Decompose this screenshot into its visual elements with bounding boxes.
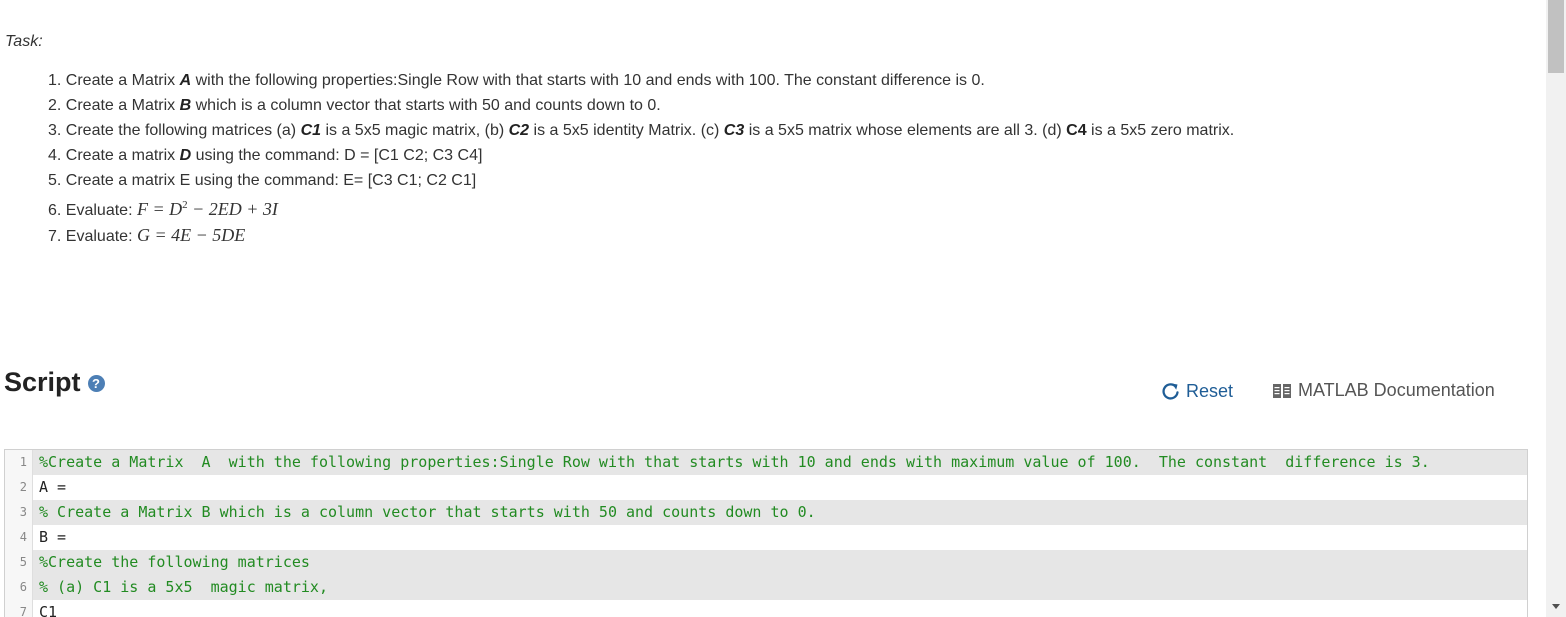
page: Task: 1. Create a Matrix A with the foll… bbox=[0, 0, 1566, 617]
code-text[interactable]: %Create a Matrix A with the following pr… bbox=[33, 450, 1527, 475]
line-number: 5 bbox=[5, 550, 33, 575]
code-text[interactable]: C1 bbox=[33, 600, 1527, 617]
code-line[interactable]: 4 B = bbox=[5, 525, 1527, 550]
code-line[interactable]: 2 A = bbox=[5, 475, 1527, 500]
code-text[interactable]: %Create the following matrices bbox=[33, 550, 1527, 575]
task-label: Task: bbox=[5, 33, 43, 50]
equation-f: F = D2 − 2ED + 3I bbox=[136, 199, 278, 219]
task-item-4: 4. Create a matrix D using the command: … bbox=[48, 147, 483, 164]
task-item-1: 1. Create a Matrix A with the following … bbox=[48, 72, 985, 89]
code-line[interactable]: 7 C1 bbox=[5, 600, 1527, 617]
reset-icon bbox=[1162, 383, 1179, 400]
script-heading: Script ? bbox=[4, 367, 105, 398]
line-number: 1 bbox=[5, 450, 33, 475]
code-line[interactable]: 6 % (a) C1 is a 5x5 magic matrix, bbox=[5, 575, 1527, 600]
code-text[interactable]: A = bbox=[33, 475, 1527, 500]
task-item-6: 6. Evaluate: F = D2 − 2ED + 3I bbox=[48, 199, 278, 219]
task-item-7: 7. Evaluate: G = 4E − 5DE bbox=[48, 225, 246, 245]
code-text[interactable]: % Create a Matrix B which is a column ve… bbox=[33, 500, 1527, 525]
scrollbar-thumb[interactable] bbox=[1548, 0, 1564, 73]
scroll-down-arrow-icon[interactable] bbox=[1552, 604, 1560, 609]
matlab-documentation-button[interactable]: MATLAB Documentation bbox=[1272, 380, 1495, 401]
script-title: Script bbox=[4, 367, 81, 397]
line-number: 7 bbox=[5, 600, 33, 617]
code-editor[interactable]: 1 %Create a Matrix A with the following … bbox=[4, 449, 1528, 617]
task-list: 1. Create a Matrix A with the following … bbox=[48, 68, 1234, 249]
reset-label: Reset bbox=[1186, 381, 1234, 401]
task-item-5: 5. Create a matrix E using the command: … bbox=[48, 172, 477, 189]
page-scrollbar[interactable] bbox=[1546, 0, 1566, 617]
code-line[interactable]: 1 %Create a Matrix A with the following … bbox=[5, 450, 1527, 475]
code-line[interactable]: 3 % Create a Matrix B which is a column … bbox=[5, 500, 1527, 525]
line-number: 4 bbox=[5, 525, 33, 550]
equation-g: G = 4E − 5DE bbox=[136, 225, 246, 245]
task-item-3: 3. Create the following matrices (a) C1 … bbox=[48, 122, 1235, 139]
matlab-documentation-label: MATLAB Documentation bbox=[1298, 380, 1495, 400]
reset-button[interactable]: Reset bbox=[1160, 381, 1233, 402]
code-line[interactable]: 5 %Create the following matrices bbox=[5, 550, 1527, 575]
line-number: 6 bbox=[5, 575, 33, 600]
line-number: 2 bbox=[5, 475, 33, 500]
book-icon bbox=[1273, 383, 1291, 398]
line-number: 3 bbox=[5, 500, 33, 525]
task-item-2: 2. Create a Matrix B which is a column v… bbox=[48, 97, 661, 114]
help-icon[interactable]: ? bbox=[87, 375, 105, 392]
code-text[interactable]: B = bbox=[33, 525, 1527, 550]
code-text[interactable]: % (a) C1 is a 5x5 magic matrix, bbox=[33, 575, 1527, 600]
